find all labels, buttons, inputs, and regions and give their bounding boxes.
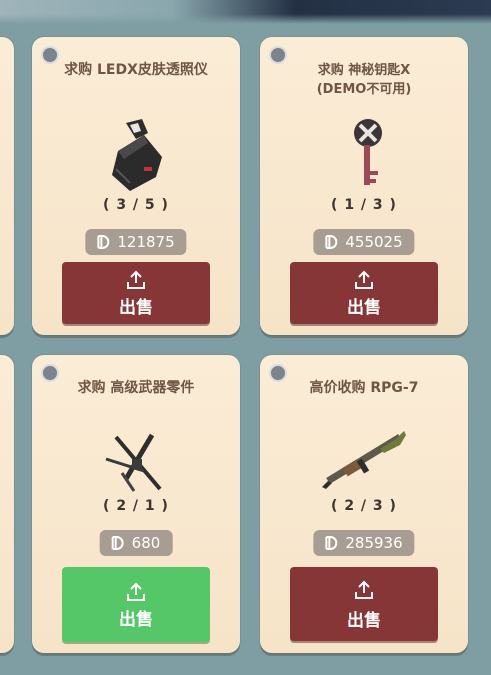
price-tag: 285936 [313, 530, 415, 556]
sell-label: 出售 [347, 298, 381, 318]
price-value: 121875 [117, 233, 175, 251]
card-title: 高价收购 RPG-7 [309, 380, 419, 396]
offscreen-card-left-top [0, 37, 14, 335]
card-title: 求购 高级武器零件 [77, 380, 195, 396]
price-tag: 680 [99, 530, 173, 556]
quest-card-key: 求购 神秘钥匙X (DEMO不可用) ( 1 / 3 ) 455025 出售 [260, 37, 468, 335]
coin-icon [325, 235, 338, 249]
upload-icon [355, 270, 373, 289]
card-title: 求购 神秘钥匙X (DEMO不可用) [316, 63, 412, 97]
price-value: 285936 [345, 534, 403, 552]
sell-button[interactable]: 出售 [290, 262, 438, 324]
key-icon [354, 119, 382, 185]
upload-icon [127, 582, 145, 601]
sell-button[interactable]: 出售 [62, 262, 210, 324]
price-tag: 121875 [85, 229, 187, 255]
price-value: 680 [131, 534, 161, 552]
sell-button[interactable]: 出售 [62, 567, 210, 642]
item-count: ( 1 / 3 ) [331, 197, 397, 213]
quest-card-ledx: 求购 LEDX皮肤透照仪 ( 3 / 5 ) 121875 出售 [32, 37, 240, 335]
offscreen-card-left-bottom [0, 355, 14, 653]
upload-icon [355, 580, 373, 599]
sell-label: 出售 [119, 298, 153, 318]
coin-icon [325, 536, 338, 550]
ledx-icon [112, 119, 162, 191]
upload-icon [127, 270, 145, 289]
sell-label: 出售 [347, 611, 381, 631]
item-count: ( 2 / 3 ) [331, 498, 397, 514]
price-value: 455025 [345, 233, 403, 251]
sell-button[interactable]: 出售 [290, 567, 438, 641]
weapon-parts-icon [105, 433, 162, 492]
item-count: ( 3 / 5 ) [103, 197, 169, 213]
price-tag: 455025 [313, 229, 415, 255]
top-scene-strip [0, 0, 491, 24]
coin-icon [97, 235, 110, 249]
coin-icon [111, 536, 124, 550]
card-title: 求购 LEDX皮肤透照仪 [64, 62, 208, 78]
item-count: ( 2 / 1 ) [103, 498, 169, 514]
quest-card-weapon-parts: 求购 高级武器零件 ( 2 / 1 ) 680 出售 [32, 355, 240, 653]
sell-label: 出售 [119, 610, 153, 630]
rpg-icon [322, 431, 406, 489]
quest-card-rpg7: 高价收购 RPG-7 ( 2 / 3 ) 285936 出售 [260, 355, 468, 653]
